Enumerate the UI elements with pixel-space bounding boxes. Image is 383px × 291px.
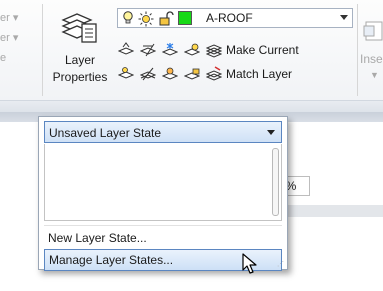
insert-button-label[interactable]: Inse xyxy=(360,52,383,66)
left-faded-panel: er ▾ er ▾ e xyxy=(0,8,42,68)
current-layer-name: A-ROOF xyxy=(206,11,253,25)
faded-item-3: e xyxy=(0,52,7,64)
layer-isolate-icon[interactable] xyxy=(118,42,134,58)
match-layer-icon[interactable] xyxy=(206,66,222,82)
sun-icon xyxy=(138,11,154,27)
make-current-icon[interactable] xyxy=(206,42,222,58)
layer-properties-label-line2: Properties xyxy=(52,70,108,84)
layer-properties-button[interactable]: Layer Properties xyxy=(46,52,114,86)
layer-freeze-icon[interactable] xyxy=(162,42,178,58)
chevron-down-icon[interactable]: ▼ xyxy=(370,70,379,80)
chevron-down-icon xyxy=(267,130,275,135)
selected-layer-state: Unsaved Layer State xyxy=(49,126,162,140)
layer-color-swatch xyxy=(178,11,192,25)
layer-match-icon[interactable] xyxy=(140,66,156,82)
chevron-down-icon xyxy=(340,15,348,20)
layer-state-dropdown-panel: Unsaved Layer State New Layer State... M… xyxy=(38,116,288,271)
background-strip xyxy=(280,205,383,217)
make-current-button[interactable]: Make Current xyxy=(226,43,299,57)
layer-lock-icon[interactable] xyxy=(184,66,200,82)
layer-dropdown[interactable]: A-ROOF xyxy=(117,8,353,28)
faded-item-2[interactable]: er ▾ xyxy=(0,28,42,48)
insert-block-icon[interactable] xyxy=(362,20,383,44)
layer-properties-icon[interactable] xyxy=(60,10,100,44)
faded-item-1[interactable]: er ▾ xyxy=(0,8,42,28)
layer-properties-label-line1: Layer xyxy=(64,53,96,67)
layer-thaw-icon[interactable] xyxy=(162,66,178,82)
list-scrollbar[interactable] xyxy=(272,148,279,216)
resize-grip-icon[interactable]: ⋰ xyxy=(277,261,284,268)
panel-divider xyxy=(42,4,43,96)
panel-divider-right xyxy=(357,4,358,96)
layer-off-icon[interactable] xyxy=(184,42,200,58)
layer-state-list[interactable] xyxy=(44,144,282,221)
lightbulb-icon xyxy=(123,11,133,24)
layer-state-combo[interactable]: Unsaved Layer State xyxy=(44,121,282,143)
layer-walk-icon[interactable] xyxy=(118,66,134,82)
new-layer-state-item[interactable]: New Layer State... xyxy=(44,228,282,250)
mouse-cursor-icon xyxy=(242,253,257,274)
menu-separator xyxy=(44,225,282,226)
layer-unisolate-icon[interactable] xyxy=(140,42,156,58)
match-layer-button[interactable]: Match Layer xyxy=(226,67,292,81)
unlocked-padlock-icon xyxy=(159,11,174,26)
